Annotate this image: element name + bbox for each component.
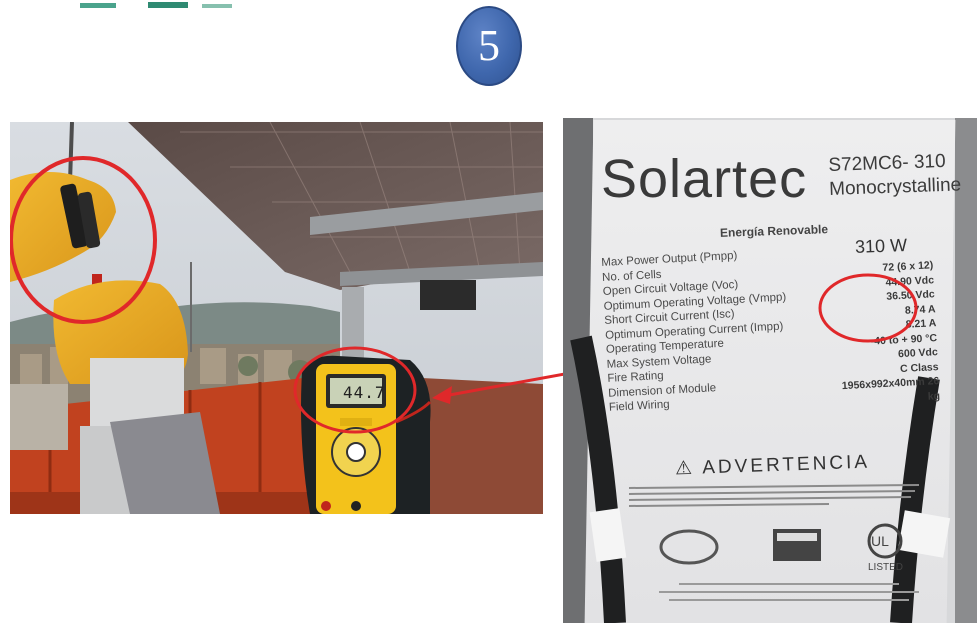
warning-text: ADVERTENCIA (701, 451, 871, 479)
rooftop-scene (10, 122, 543, 514)
step-number: 5 (478, 21, 500, 70)
rooftop-measurement-photo: 44.7 (10, 122, 543, 514)
panel-label-photo: Solartec S72MC6- 310 Monocrystalline Ene… (563, 118, 977, 623)
warning-triangle-icon: ⚠ (674, 457, 696, 480)
cert-badge-label: LISTED (868, 562, 903, 573)
multimeter-reading: 44.7 (343, 383, 386, 402)
top-decoration-strip (80, 2, 232, 8)
fine-print-lines (629, 484, 919, 507)
step-number-badge: 5 (456, 6, 522, 86)
bottom-fine-print (659, 583, 919, 601)
certification-logos: UL LISTED (659, 523, 903, 573)
svg-text:UL: UL (871, 533, 889, 549)
